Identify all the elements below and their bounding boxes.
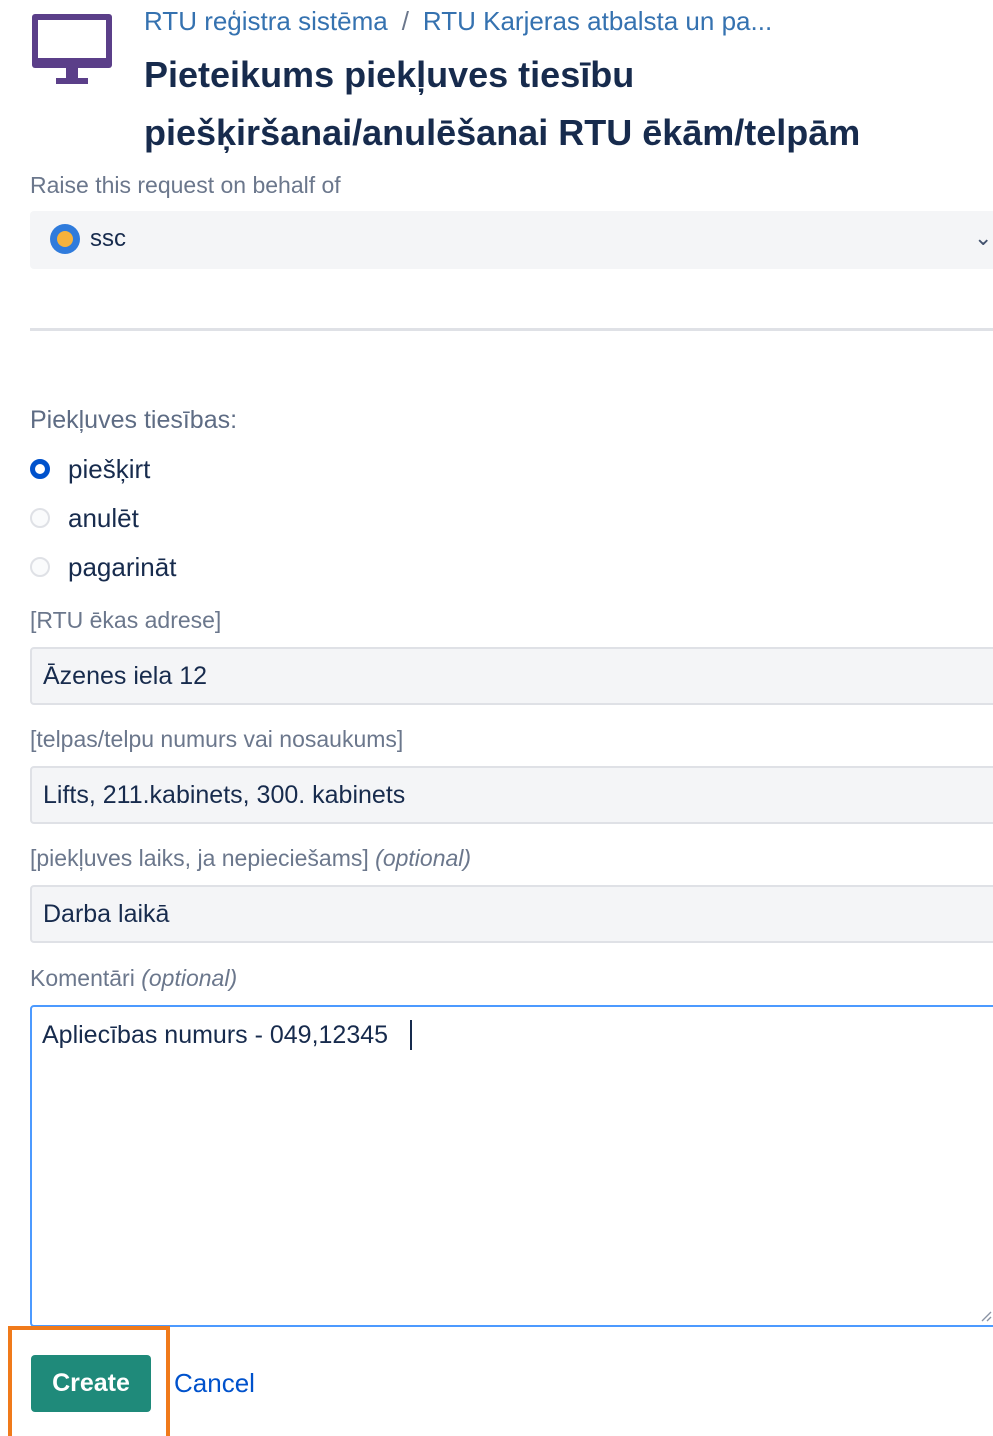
- text-caret: [410, 1020, 412, 1050]
- comments-value: Apliecības numurs - 049,12345: [42, 1021, 389, 1049]
- address-input[interactable]: Āzenes iela 12: [30, 647, 993, 705]
- optional-tag: (optional): [141, 965, 238, 991]
- address-label: [RTU ēkas adrese]: [30, 607, 222, 633]
- room-input[interactable]: Lifts, 211.kabinets, 300. kabinets: [30, 766, 993, 824]
- radio-option-extend[interactable]: pagarināt: [30, 551, 176, 583]
- comments-textarea[interactable]: Apliecības numurs - 049,12345: [30, 1005, 993, 1327]
- access-rights-label: Piekļuves tiesības:: [30, 406, 238, 434]
- room-value: Lifts, 211.kabinets, 300. kabinets: [43, 781, 406, 809]
- breadcrumb: RTU reģistra sistēma / RTU Karjeras atbals…: [144, 6, 772, 37]
- breadcrumb-link-registry[interactable]: RTU reģistra sistēma: [144, 6, 388, 36]
- divider: [30, 328, 993, 331]
- radio-option-grant[interactable]: piešķirt: [30, 453, 150, 485]
- comments-label: Komentāri (optional): [30, 965, 237, 992]
- access-time-label-text: [piekļuves laiks, ja nepieciešams]: [30, 845, 369, 871]
- behalf-value: ssc: [90, 225, 126, 252]
- access-time-input[interactable]: Darba laikā: [30, 885, 993, 943]
- cancel-link[interactable]: Cancel: [174, 1368, 255, 1399]
- monitor-icon: [32, 14, 112, 84]
- access-time-label: [piekļuves laiks, ja nepieciešams] (opti…: [30, 845, 471, 872]
- comments-label-text: Komentāri: [30, 965, 135, 991]
- behalf-label: Raise this request on behalf of: [30, 172, 341, 198]
- radio-label: piešķirt: [68, 453, 151, 484]
- address-value: Āzenes iela 12: [43, 662, 208, 690]
- radio-button-checked[interactable]: [30, 459, 50, 479]
- optional-tag: (optional): [375, 845, 472, 871]
- radio-label: pagarināt: [68, 551, 177, 582]
- radio-option-revoke[interactable]: anulēt: [30, 502, 139, 534]
- resize-handle-icon[interactable]: [980, 1310, 992, 1322]
- breadcrumb-separator: /: [401, 6, 409, 36]
- avatar-icon: [50, 224, 80, 254]
- access-time-value: Darba laikā: [43, 900, 170, 928]
- chevron-down-icon: ⌄: [974, 225, 993, 250]
- radio-button[interactable]: [30, 557, 50, 577]
- breadcrumb-link-career[interactable]: RTU Karjeras atbalsta un pa...: [423, 6, 772, 36]
- page-title: Pieteikums piekļuves tiesību piešķiršana…: [144, 54, 861, 153]
- behalf-select[interactable]: ssc ⌄: [30, 211, 993, 269]
- radio-button[interactable]: [30, 508, 50, 528]
- room-label: [telpas/telpu numurs vai nosaukums]: [30, 726, 404, 752]
- create-button[interactable]: Create: [31, 1355, 151, 1412]
- radio-label: anulēt: [68, 502, 139, 533]
